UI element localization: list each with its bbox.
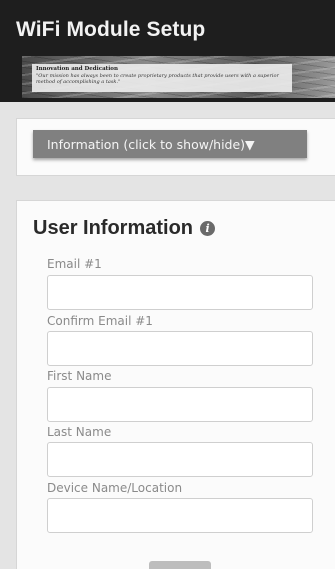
information-toggle-button[interactable]: Information (click to show/hide)▼ — [33, 130, 307, 158]
banner-image: Innovation and Dedication "Our mission h… — [22, 56, 335, 98]
banner-quote: "Our mission has always been to create p… — [36, 73, 279, 85]
confirm-email-field[interactable] — [47, 331, 313, 366]
email-label: Email #1 — [47, 257, 102, 271]
page-title: WiFi Module Setup — [16, 18, 206, 41]
section-title-text: User Information — [33, 217, 194, 239]
email-field[interactable] — [47, 275, 313, 310]
information-panel: Information (click to show/hide)▼ — [16, 118, 335, 176]
first-name-label: First Name — [47, 369, 112, 383]
info-icon[interactable]: i — [200, 221, 216, 236]
last-name-label: Last Name — [47, 425, 112, 439]
banner-heading: Innovation and Dedication — [36, 66, 118, 72]
app-header: WiFi Module Setup Innovation and Dedicat… — [0, 0, 335, 102]
device-name-field[interactable] — [47, 498, 313, 533]
section-title: User Information i — [33, 217, 216, 240]
banner-caption: Innovation and Dedication "Our mission h… — [32, 64, 292, 92]
first-name-field[interactable] — [47, 387, 313, 422]
submit-button[interactable] — [149, 561, 211, 569]
user-information-panel: User Information i Email #1 Confirm Emai… — [16, 200, 335, 569]
last-name-field[interactable] — [47, 442, 313, 477]
confirm-email-label: Confirm Email #1 — [47, 314, 153, 328]
device-name-label: Device Name/Location — [47, 481, 183, 495]
